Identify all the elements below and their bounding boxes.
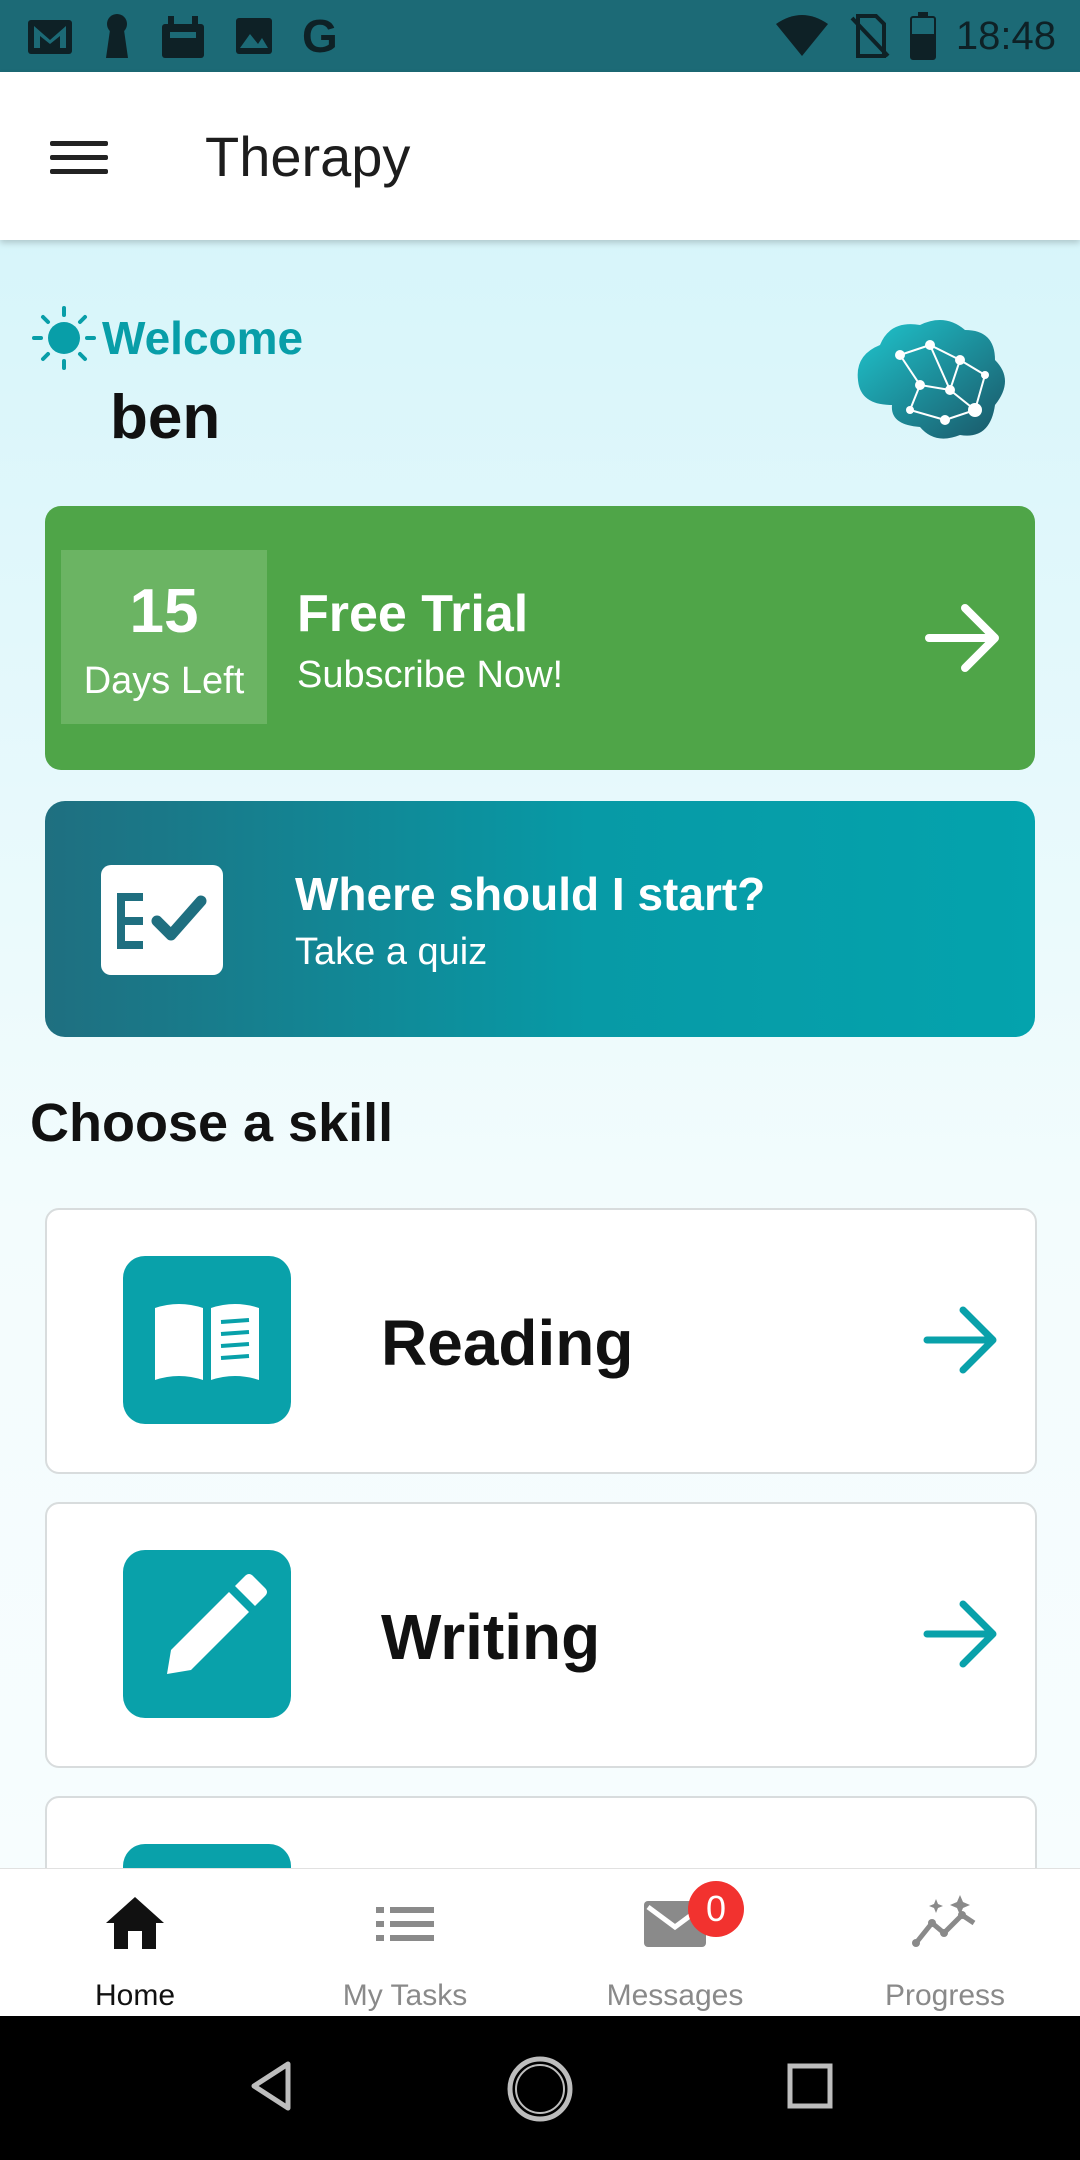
app-bar: Therapy [0,72,1080,240]
nav-label-progress: Progress [884,1979,1006,2012]
days-left-count: 15 [129,577,199,646]
system-navigation-bar [0,2016,1080,2160]
status-bar: G 18:48 [0,0,1080,72]
book-icon [123,1256,291,1424]
skill-card-writing[interactable]: Writing [45,1502,1037,1768]
page-title: Therapy [205,125,411,188]
progress-icon [912,1895,976,1947]
wifi-icon [775,15,828,56]
arrow-right-icon [923,1600,997,1668]
skill-label-writing: Writing [381,1601,601,1673]
messages-badge: 0 [688,1881,744,1937]
google-icon: G [302,10,338,62]
skill-label-reading: Reading [381,1307,634,1379]
no-sim-icon [850,14,890,58]
nav-label-messages: Messages [606,1979,744,2012]
nav-item-progress[interactable]: Progress [810,1869,1080,2017]
bottom-navigation: Home My Tasks 0 Messages Progress [0,1868,1080,2017]
nav-item-home[interactable]: Home [0,1869,270,2017]
clock: 18:48 [955,13,1056,58]
quiz-title: Where should I start? [295,868,766,920]
nav-item-messages[interactable]: 0 Messages [540,1869,810,2017]
home-icon [106,1897,164,1949]
nav-item-my-tasks[interactable]: My Tasks [270,1869,540,2017]
welcome-greeting: Welcome [102,312,304,364]
nav-label-home: Home [94,1979,176,2012]
robot-icon [162,16,204,58]
home-content[interactable]: Welcome ben 15 Days Left Free Trial Subs… [0,240,1080,1868]
nav-label-my-tasks: My Tasks [342,1979,468,2012]
skill-icon-partial [123,1844,291,1868]
keyhole-icon [106,14,128,58]
arrow-right-icon [923,1306,997,1374]
skill-card-reading[interactable]: Reading [45,1208,1037,1474]
home-button-icon[interactable] [505,2054,575,2124]
free-trial-card[interactable]: 15 Days Left Free Trial Subscribe Now! [45,506,1035,770]
pencil-icon [123,1550,291,1718]
list-icon [376,1907,434,1941]
arrow-right-icon [925,604,999,672]
brain-logo-icon [857,320,1005,439]
skill-card-partial[interactable] [45,1796,1037,1868]
checklist-icon [101,865,223,975]
hamburger-menu-icon[interactable] [44,132,114,182]
recents-icon[interactable] [786,2062,834,2110]
battery-icon [909,12,936,60]
welcome-row: Welcome [32,306,303,370]
quiz-subtitle: Take a quiz [295,931,488,973]
free-trial-title: Free Trial [297,585,529,643]
subscribe-now-link: Subscribe Now! [297,654,564,696]
username: ben [110,383,221,452]
sun-icon [32,306,96,370]
days-left-label: Days Left [83,660,245,702]
days-left-box: 15 Days Left [61,550,267,724]
section-title: Choose a skill [30,1093,394,1153]
image-icon [236,18,272,54]
gmail-icon [28,20,72,54]
back-icon[interactable] [246,2058,296,2114]
quiz-card[interactable]: Where should I start? Take a quiz [45,801,1035,1037]
